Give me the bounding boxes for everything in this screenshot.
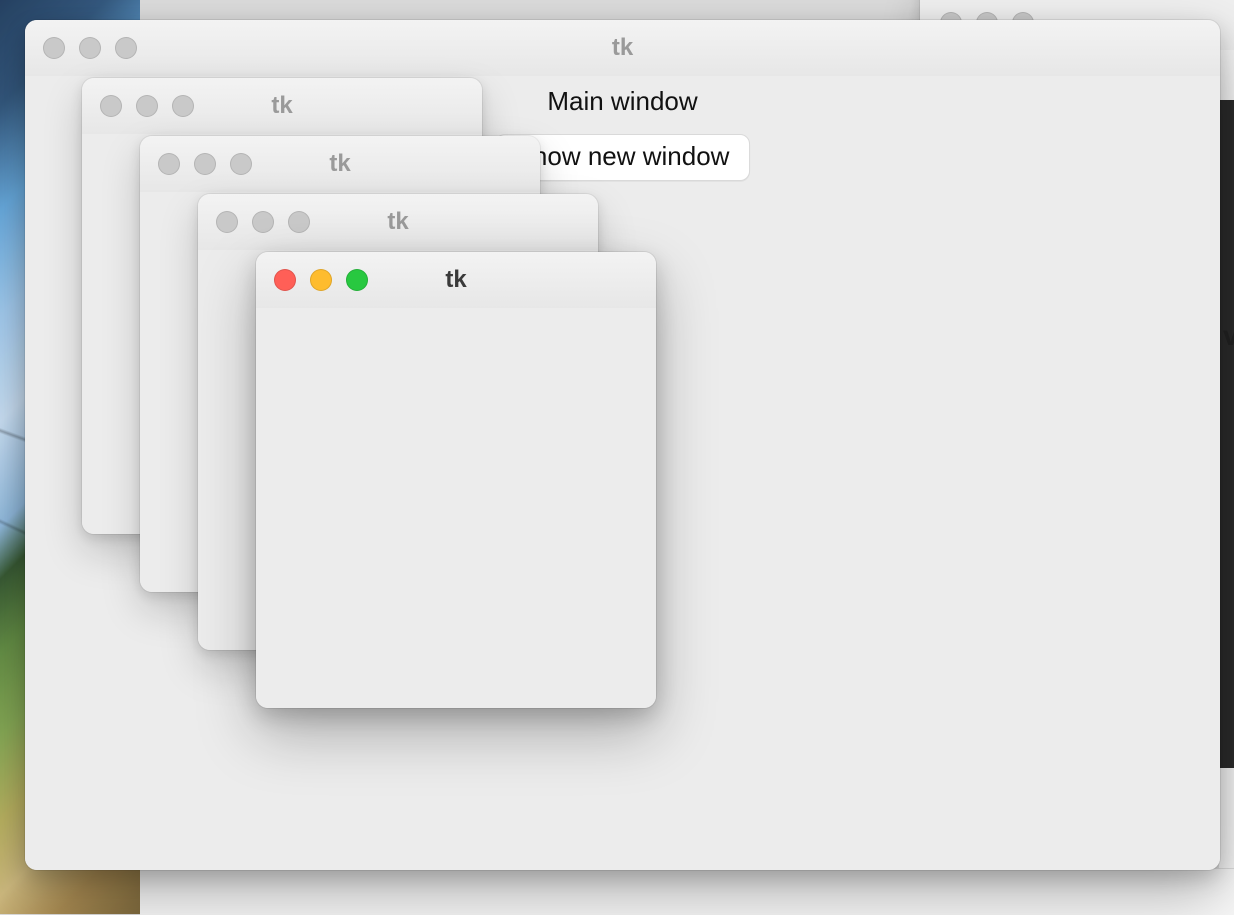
traffic-lights — [216, 211, 310, 233]
minimize-icon[interactable] — [194, 153, 216, 175]
zoom-icon[interactable] — [172, 95, 194, 117]
window-title: tk — [612, 34, 633, 62]
close-icon[interactable] — [158, 153, 180, 175]
window-title: tk — [329, 150, 350, 178]
close-icon[interactable] — [216, 211, 238, 233]
traffic-lights — [158, 153, 252, 175]
child-window-4[interactable]: tk — [256, 252, 656, 708]
traffic-lights — [43, 37, 137, 59]
zoom-icon[interactable] — [115, 37, 137, 59]
window-title: tk — [271, 92, 292, 120]
close-icon[interactable] — [274, 269, 296, 291]
window-title: tk — [387, 208, 408, 236]
obscured-letter: v — [1223, 320, 1234, 352]
obscured-right-dark — [1218, 100, 1234, 768]
titlebar[interactable]: tk — [82, 78, 482, 135]
titlebar[interactable]: tk — [25, 20, 1220, 77]
minimize-icon[interactable] — [252, 211, 274, 233]
traffic-lights — [100, 95, 194, 117]
window-title: tk — [445, 266, 466, 294]
obscured-lower-panel — [140, 868, 1234, 915]
titlebar[interactable]: tk — [198, 194, 598, 251]
zoom-icon[interactable] — [346, 269, 368, 291]
minimize-icon[interactable] — [310, 269, 332, 291]
titlebar[interactable]: tk — [140, 136, 540, 193]
zoom-icon[interactable] — [288, 211, 310, 233]
main-heading: Main window — [547, 86, 697, 117]
minimize-icon[interactable] — [136, 95, 158, 117]
close-icon[interactable] — [100, 95, 122, 117]
close-icon[interactable] — [43, 37, 65, 59]
zoom-icon[interactable] — [230, 153, 252, 175]
traffic-lights — [274, 269, 368, 291]
titlebar[interactable]: tk — [256, 252, 656, 309]
window-content — [256, 308, 656, 708]
minimize-icon[interactable] — [79, 37, 101, 59]
